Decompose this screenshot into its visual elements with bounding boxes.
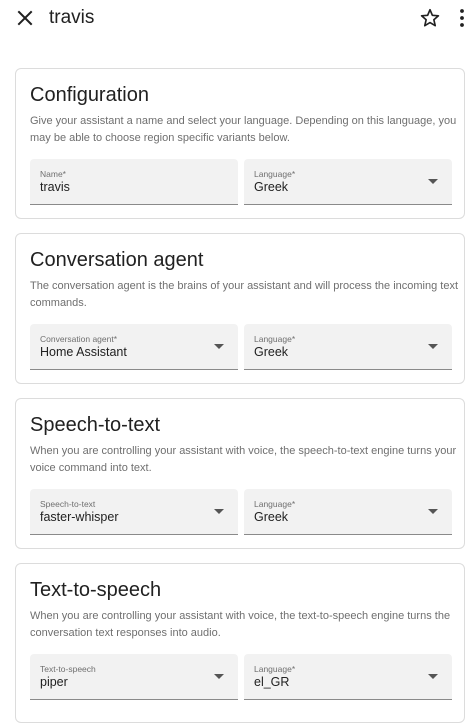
field-value: faster-whisper <box>40 510 119 524</box>
configuration-card: Configuration Give your assistant a name… <box>15 68 465 219</box>
text-to-speech-card: Text-to-speech When you are controlling … <box>15 563 465 723</box>
field-label: Language* <box>254 169 296 179</box>
top-app-bar: travis <box>0 0 474 36</box>
caret-down-icon[interactable] <box>428 674 438 679</box>
close-icon[interactable] <box>16 9 34 27</box>
field-label: Speech-to-text <box>40 499 96 509</box>
language-select[interactable]: Language* el_GR <box>244 654 452 700</box>
page-title: travis <box>49 7 95 28</box>
language-select[interactable]: Language* Greek <box>244 489 452 535</box>
caret-down-icon[interactable] <box>214 674 224 679</box>
card-title: Text-to-speech <box>30 579 162 601</box>
field-label: Language* <box>254 499 296 509</box>
conversation-agent-select[interactable]: Conversation agent* Home Assistant <box>30 324 238 370</box>
field-value[interactable]: travis <box>40 180 70 194</box>
card-description: When you are controlling your assistant … <box>30 610 451 639</box>
field-label: Text-to-speech <box>40 664 96 674</box>
field-label: Language* <box>254 664 296 674</box>
conversation-agent-card: Conversation agent The conversation agen… <box>15 233 465 384</box>
field-label: Name* <box>40 169 66 179</box>
name-field[interactable]: Name* travis <box>30 159 238 205</box>
field-value: piper <box>40 675 68 689</box>
caret-down-icon[interactable] <box>214 509 224 514</box>
field-label: Conversation agent* <box>40 334 118 344</box>
field-value: Greek <box>254 510 289 524</box>
card-description: Give your assistant a name and select yo… <box>30 115 457 144</box>
field-value: el_GR <box>254 675 290 689</box>
speech-to-text-card: Speech-to-text When you are controlling … <box>15 398 465 549</box>
caret-down-icon[interactable] <box>428 344 438 349</box>
card-title: Conversation agent <box>30 249 204 271</box>
caret-down-icon[interactable] <box>428 509 438 514</box>
text-to-speech-select[interactable]: Text-to-speech piper <box>30 654 238 700</box>
field-value: Greek <box>254 180 289 194</box>
caret-down-icon[interactable] <box>214 344 224 349</box>
card-description: When you are controlling your assistant … <box>30 445 457 474</box>
card-title: Speech-to-text <box>30 414 161 436</box>
language-select[interactable]: Language* Greek <box>244 159 452 205</box>
field-value: Home Assistant <box>40 345 127 359</box>
star-outline-icon[interactable] <box>419 7 441 29</box>
field-label: Language* <box>254 334 296 344</box>
language-select[interactable]: Language* Greek <box>244 324 452 370</box>
card-description: The conversation agent is the brains of … <box>30 280 459 309</box>
speech-to-text-select[interactable]: Speech-to-text faster-whisper <box>30 489 238 535</box>
more-vertical-icon[interactable] <box>456 8 468 28</box>
caret-down-icon[interactable] <box>428 179 438 184</box>
card-title: Configuration <box>30 84 149 106</box>
field-value: Greek <box>254 345 289 359</box>
